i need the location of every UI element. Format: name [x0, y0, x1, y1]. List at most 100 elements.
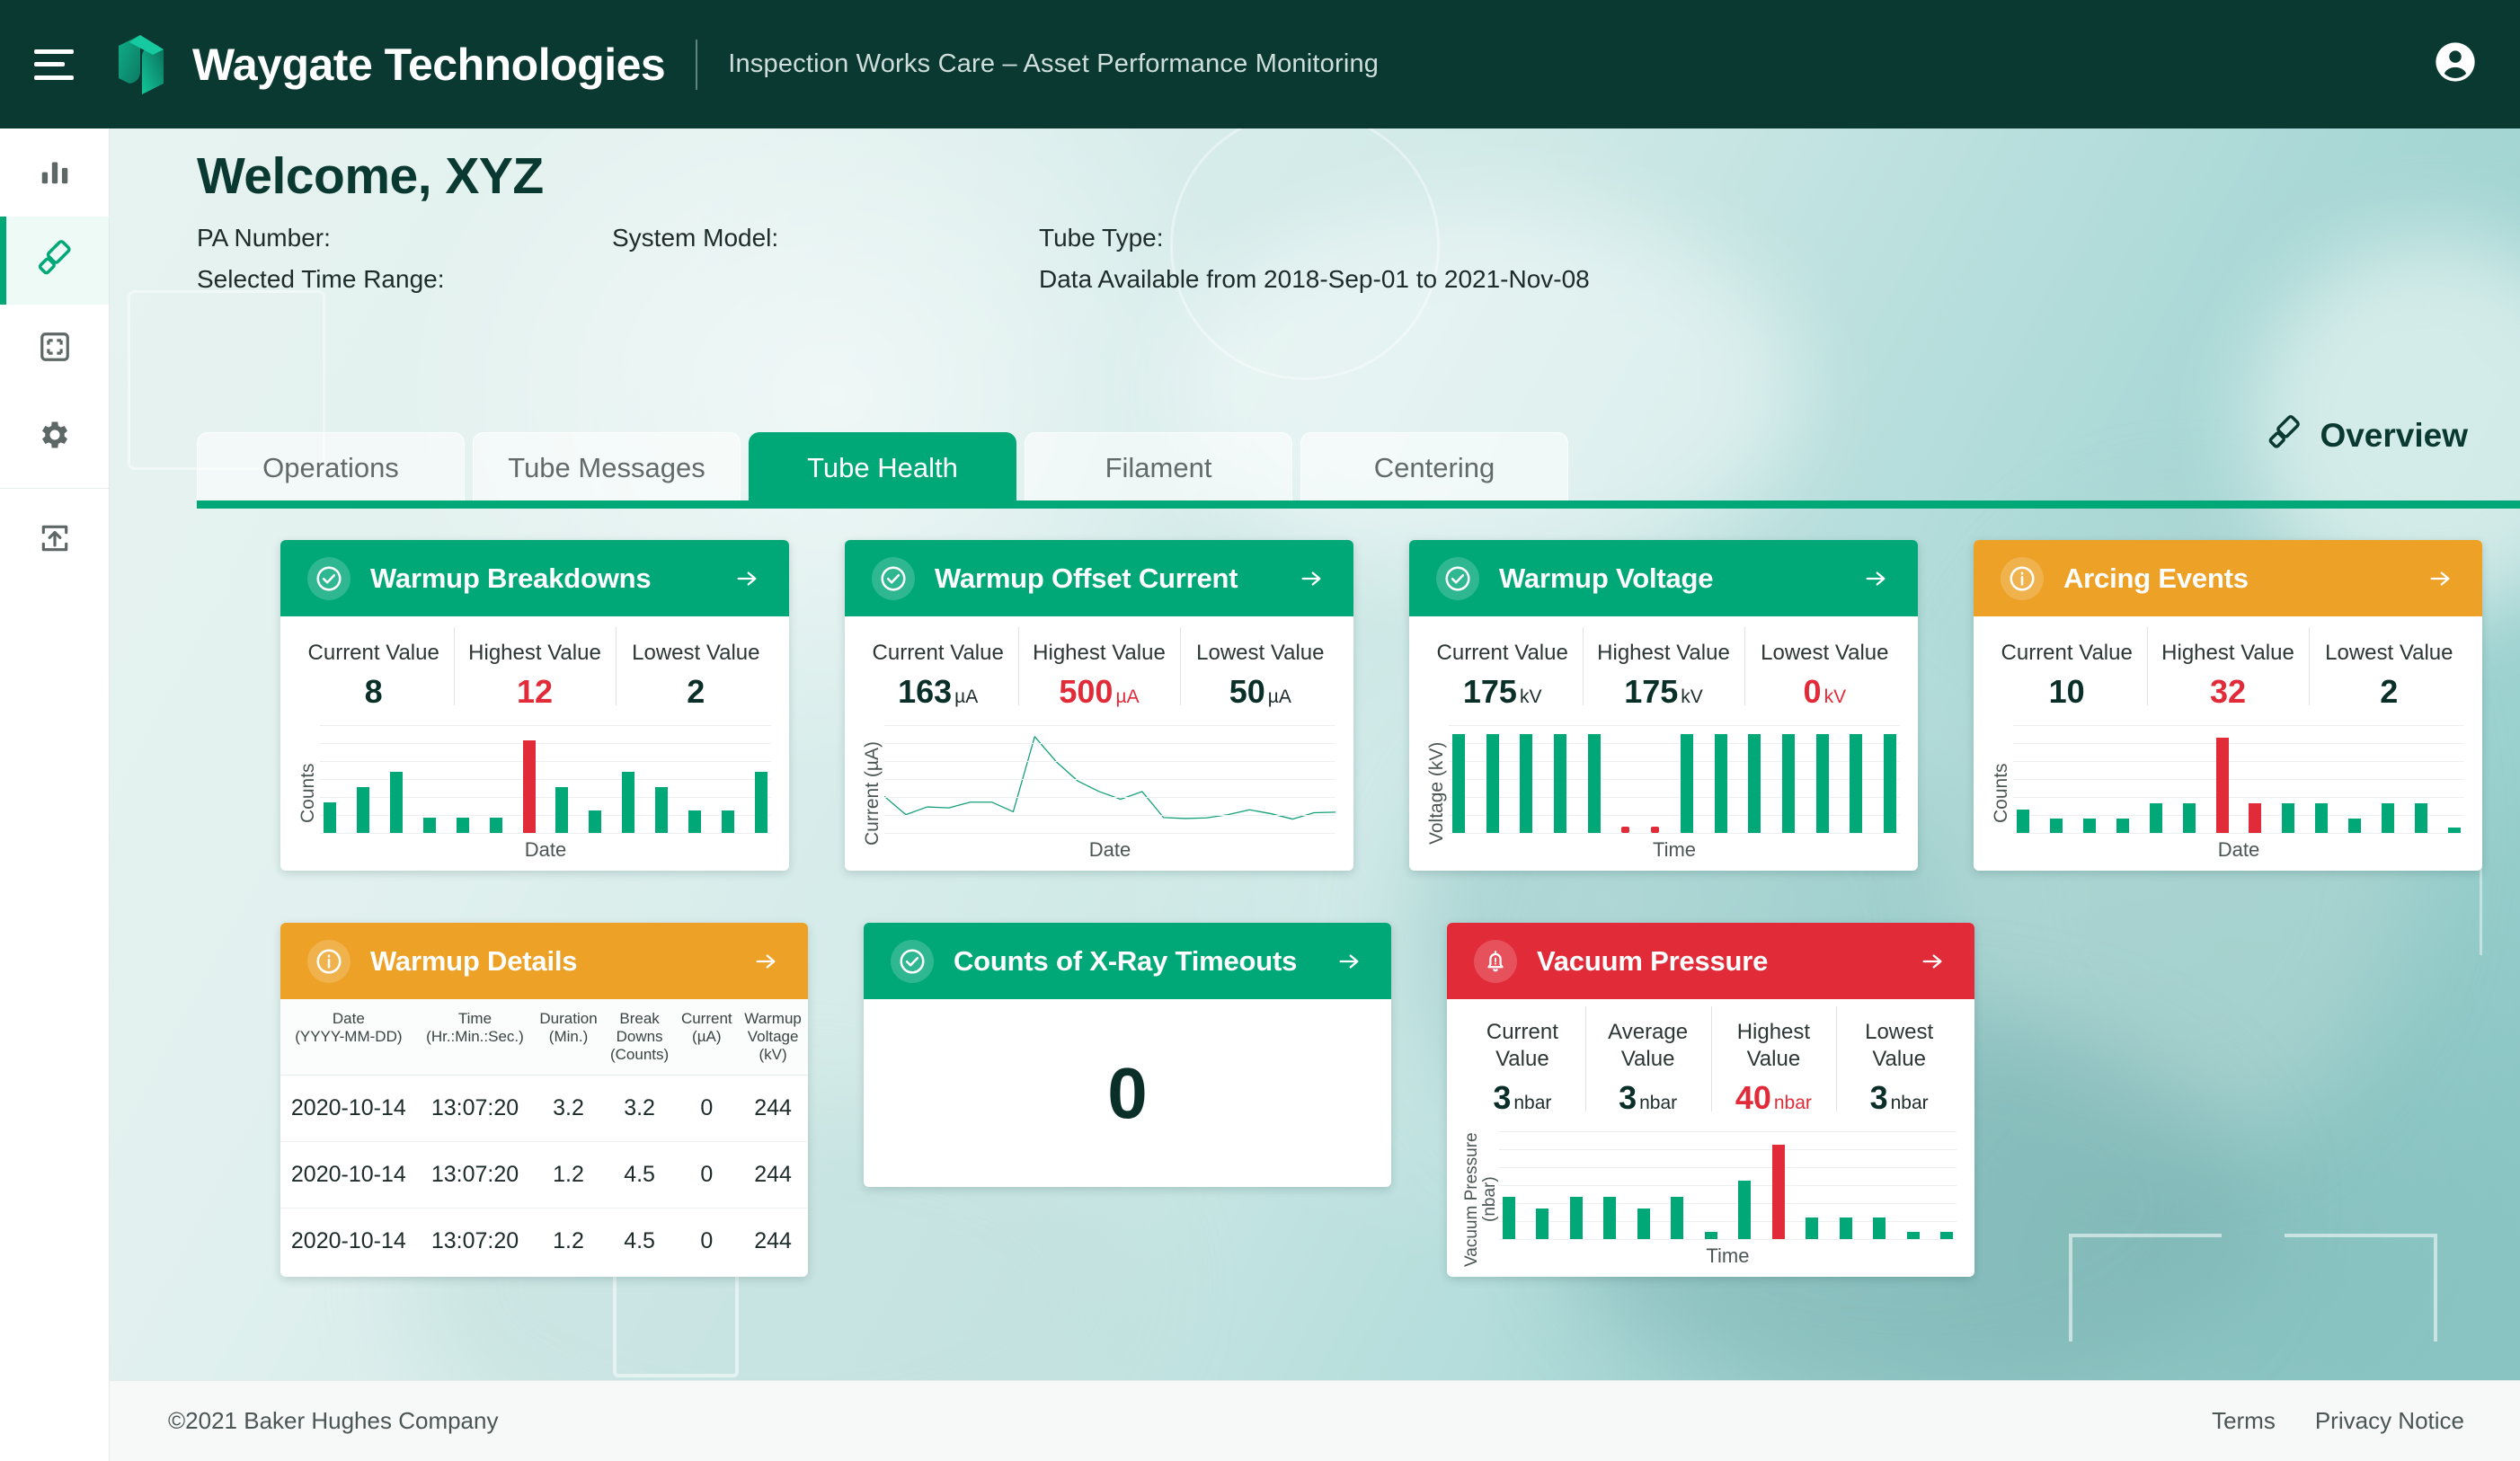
arrow-right-icon[interactable] [1334, 949, 1364, 974]
table-header-row: Date (YYYY-MM-DD) Time (Hr.:Min.:Sec.) Durat… [280, 999, 808, 1076]
tab-filament[interactable]: Filament [1025, 432, 1292, 502]
stat-label: Lowest Value [632, 641, 760, 665]
upload-icon [38, 521, 72, 560]
y-axis-label: Vacuum Pressure (nbar) [1462, 1132, 1499, 1267]
stat-value: 500 µA [1059, 673, 1140, 711]
x-axis-label: Time [1652, 838, 1697, 862]
sidebar-item-tube-health[interactable] [0, 217, 109, 305]
bar [2315, 802, 2329, 834]
terms-link[interactable]: Terms [2212, 1407, 2276, 1435]
card-arcing-events[interactable]: Arcing Events Current Value 10 Highest V… [1974, 540, 2482, 872]
tab-centering[interactable]: Centering [1300, 432, 1568, 502]
card-header: Warmup Details [280, 923, 808, 1000]
stat-label: Highest Value [468, 641, 601, 665]
tab-bar: Operations Tube Messages Tube Health Fil… [197, 418, 2520, 502]
arrow-right-icon[interactable] [1296, 566, 1327, 591]
tube-icon [35, 239, 75, 283]
stat-current-value: Current Value 163 µA [857, 640, 1018, 711]
bar [2116, 818, 2129, 834]
bar [1603, 1196, 1617, 1239]
info-circle-icon [2001, 556, 2044, 600]
bar [1569, 1196, 1583, 1239]
bar [2215, 737, 2229, 834]
bar [688, 810, 702, 834]
stat-current-value: Current Value 175 kV [1422, 640, 1583, 711]
stat-value: 10 [2048, 673, 2085, 711]
card-warmup-breakdowns[interactable]: Warmup Breakdowns Current Value 8 Highes… [280, 540, 789, 872]
card-warmup-offset-current[interactable]: Warmup Offset Current Current Value 163 µ… [845, 540, 1353, 872]
bar [1704, 1231, 1717, 1239]
overview-badge[interactable]: Overview [2266, 414, 2468, 456]
sidebar-item-upload[interactable] [0, 496, 109, 584]
card-header: Vacuum Pressure [1447, 923, 1974, 1000]
y-axis-label: Counts [297, 764, 318, 824]
hamburger-menu-icon[interactable] [34, 49, 74, 80]
account-circle-icon[interactable] [2432, 39, 2479, 90]
table-row[interactable]: 2020-10-14 13:07:20 1.2 4.5 0 244 [280, 1141, 808, 1209]
bar [389, 771, 403, 834]
card-stats: Current Value 10 Highest Value 32 Lowest… [1974, 616, 2482, 720]
table-cell: 1.2 [533, 1141, 604, 1209]
card-header: Warmup Offset Current [845, 540, 1353, 616]
table-cell: 3.2 [533, 1075, 604, 1143]
arrow-right-icon[interactable] [750, 949, 781, 974]
stat-value: 0 kV [1803, 673, 1847, 711]
card-stats: Current Value 175 kV Highest Value 175 kV … [1409, 616, 1918, 720]
privacy-notice-link[interactable]: Privacy Notice [2315, 1407, 2464, 1435]
stat-value: 40 nbar [1735, 1078, 1812, 1116]
table-cell: 13:07:20 [430, 1228, 519, 1254]
sidebar-item-analytics[interactable] [0, 128, 109, 217]
bar [2282, 802, 2295, 834]
table-cell: 2020-10-14 [280, 1141, 417, 1209]
check-circle-icon [1436, 556, 1479, 600]
bar [1680, 733, 1693, 834]
table-column-header: Duration (Min.) [533, 999, 604, 1076]
card-warmup-details[interactable]: Warmup Details Date (YYYY-MM-DD) Time (Hr.:… [280, 923, 808, 1277]
table-cell: 0 [700, 1228, 714, 1254]
card-stats: Current Value 8 Highest Value 12 Lowest … [280, 616, 789, 720]
card-xray-timeouts[interactable]: Counts of X-Ray Timeouts 0 [864, 923, 1391, 1188]
bar [1554, 733, 1567, 834]
card-vacuum-pressure[interactable]: Vacuum Pressure Current Value 3 nbar Aver… [1447, 923, 1974, 1277]
bar [1771, 1145, 1785, 1239]
bar-series [320, 725, 771, 834]
stat-label: Highest Value [2161, 641, 2294, 665]
copyright-text: ©2021 Baker Hughes Company [168, 1407, 499, 1434]
table-cell: 0 [675, 1075, 739, 1143]
check-circle-icon [872, 556, 915, 600]
stat-lowest-value: Lowest Value 50 µA [1179, 626, 1341, 711]
bar [522, 740, 536, 834]
bar [1850, 733, 1863, 834]
stat-label: Highest Value [1033, 641, 1166, 665]
table-row[interactable]: 2020-10-14 13:07:20 3.2 3.2 0 244 [280, 1075, 808, 1143]
overview-label: Overview [2320, 416, 2468, 454]
card-title: Arcing Events [2063, 562, 2249, 594]
bar [356, 786, 369, 834]
stat-average-value: Average Value 3 nbar [1584, 1006, 1711, 1117]
table-column-header: Break Downs (Counts) [603, 999, 676, 1076]
dashboard-card-grid: Warmup Breakdowns Current Value 8 Highes… [280, 540, 2482, 1277]
plot-area [2013, 725, 2464, 835]
y-axis-label: Voltage (kV) [1425, 742, 1447, 846]
arrow-right-icon[interactable] [2425, 566, 2455, 591]
sidebar-item-detector[interactable] [0, 305, 109, 393]
tube-icon [2266, 414, 2303, 456]
card-warmup-voltage[interactable]: Warmup Voltage Current Value 175 kV Highe… [1409, 540, 1918, 872]
top-app-bar: Waygate Technologies Inspection Works Ca… [0, 0, 2520, 128]
table-cell: 13:07:20 [416, 1075, 534, 1143]
meta-system-model: System Model: [612, 224, 779, 252]
arrow-right-icon[interactable] [1860, 566, 1891, 591]
tab-tube-messages[interactable]: Tube Messages [473, 432, 741, 502]
bar [2348, 818, 2362, 834]
card-stats: Current Value 163 µA Highest Value 500 µA … [845, 616, 1353, 720]
table-row[interactable]: 2020-10-14 13:07:20 1.2 4.5 0 244 [280, 1209, 808, 1275]
arrow-right-icon[interactable] [1917, 949, 1948, 974]
card-header: Arcing Events [1974, 540, 2482, 616]
table-cell: 13:07:20 [416, 1141, 534, 1209]
card-title: Warmup Details [370, 944, 578, 977]
sidebar-item-settings[interactable] [0, 393, 109, 481]
tab-operations[interactable]: Operations [197, 432, 465, 502]
arrow-right-icon[interactable] [732, 566, 762, 591]
tab-tube-health[interactable]: Tube Health [749, 432, 1016, 502]
page-title: Welcome, XYZ [197, 147, 544, 205]
